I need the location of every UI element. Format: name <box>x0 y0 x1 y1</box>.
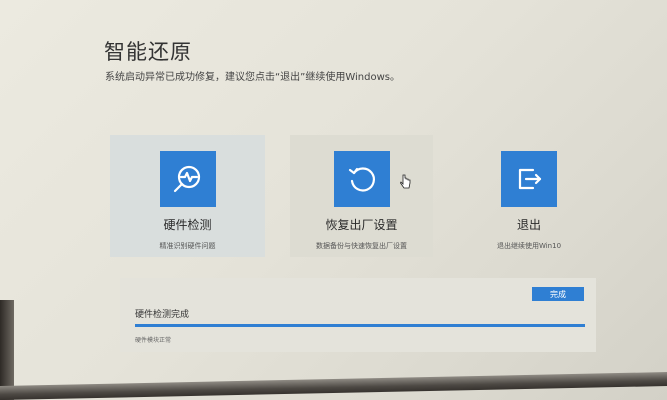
exit-desc: 退出继续使用Win10 <box>496 242 562 250</box>
factory-reset-card[interactable]: 恢复出厂设置 数据备份与快速恢复出厂设置 <box>290 135 433 257</box>
hardware-detect-desc: 精准识别硬件问题 <box>159 242 216 250</box>
hand-cursor-icon <box>400 174 411 189</box>
progress-sub-label: 硬件模块正常 <box>135 337 172 344</box>
progress-bar <box>135 324 585 327</box>
hardware-detect-icon <box>159 151 216 207</box>
restore-icon <box>333 151 390 207</box>
exit-icon <box>501 151 557 207</box>
page-subtitle: 系统启动异常已成功修复，建议您点击“退出”继续使用Windows。 <box>105 72 400 83</box>
progress-label: 硬件检测完成 <box>135 310 190 320</box>
exit-card[interactable]: 退出 退出继续使用Win10 <box>468 135 590 257</box>
hardware-detect-card[interactable]: 硬件检测 精准识别硬件问题 <box>110 135 265 257</box>
monitor-bezel-bottom <box>0 372 667 400</box>
factory-reset-label: 恢复出厂设置 <box>325 218 398 232</box>
progress-panel: 完成 硬件检测完成 硬件模块正常 <box>120 278 596 352</box>
page-title: 智能还原 <box>104 40 192 64</box>
hardware-detect-label: 硬件检测 <box>163 218 212 232</box>
exit-label: 退出 <box>516 218 541 232</box>
factory-reset-desc: 数据备份与快速恢复出厂设置 <box>316 242 407 250</box>
smart-restore-screen: 智能还原 系统启动异常已成功修复，建议您点击“退出”继续使用Windows。 硬… <box>0 0 667 400</box>
progress-bar-fill <box>135 324 585 327</box>
done-button[interactable]: 完成 <box>532 287 584 301</box>
